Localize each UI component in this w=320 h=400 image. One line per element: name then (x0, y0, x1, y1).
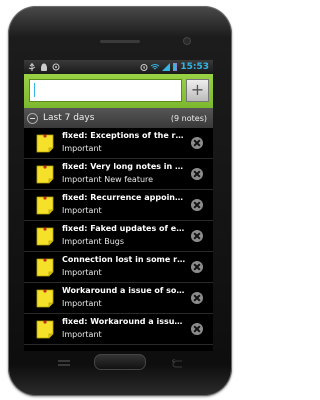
delete-note-icon[interactable] (191, 323, 203, 335)
section-note-count: (9 notes) (170, 113, 207, 123)
soft-keys (24, 352, 213, 368)
delete-note-icon[interactable] (191, 261, 203, 273)
speaker-grille (100, 40, 140, 43)
note-title: Workaround a issue of some LG d... (62, 286, 186, 295)
note-title: fixed: Faked updates of events du... (62, 224, 186, 233)
back-key-icon[interactable] (171, 354, 184, 368)
collapse-icon[interactable] (27, 112, 38, 124)
sticky-note-icon (36, 195, 54, 215)
note-row[interactable]: fixed: Workaround a issue of the ... Impo… (24, 314, 213, 345)
search-bar: + (24, 74, 213, 108)
note-tags: Important (62, 330, 102, 339)
note-title: Connection lost in some rare cases (62, 255, 186, 264)
status-time: 15:53 (180, 62, 209, 72)
note-title: fixed: Very long notes in contacts... (62, 162, 186, 171)
note-tags: Important (62, 206, 102, 215)
note-row[interactable]: fixed: Faked updates of events du... Impo… (24, 221, 213, 252)
sticky-note-icon (36, 257, 54, 277)
section-header-last-7-days[interactable]: Last 7 days (9 notes) (24, 108, 213, 128)
delete-note-icon[interactable] (191, 168, 203, 180)
section-label: Last 7 days (43, 113, 95, 123)
sticky-note-icon (36, 133, 54, 153)
note-row[interactable]: fixed: Exceptions of the recurrenc... Imp… (24, 128, 213, 159)
screen: 15:53 + Last 7 days (9 notes) fixed: Exc… (24, 60, 213, 351)
menu-key-icon[interactable] (58, 354, 70, 366)
note-row[interactable]: fixed: Recurrence appointment en... Impor… (24, 190, 213, 221)
sticky-note-icon (36, 288, 54, 308)
delete-note-icon[interactable] (191, 292, 203, 304)
search-input[interactable] (29, 79, 182, 102)
delete-note-icon[interactable] (191, 137, 203, 149)
note-title: fixed: Workaround a issue of the ... (62, 317, 186, 326)
notes-list: fixed: Exceptions of the recurrenc... Imp… (24, 128, 213, 345)
sticky-note-icon (36, 319, 54, 339)
note-row[interactable]: Connection lost in some rare cases Import… (24, 252, 213, 283)
sync-icon (52, 63, 60, 71)
note-row[interactable]: fixed: Very long notes in contacts... Imp… (24, 159, 213, 190)
note-tags: Important (62, 299, 102, 308)
alarm-icon (140, 63, 148, 71)
delete-note-icon[interactable] (191, 199, 203, 211)
sticky-note-icon (36, 164, 54, 184)
note-tags: Important Bugs (62, 237, 125, 246)
wifi-icon (151, 63, 160, 71)
usb-icon (28, 63, 36, 71)
android-debug-icon (40, 63, 48, 71)
note-title: fixed: Recurrence appointment en... (62, 193, 186, 202)
text-cursor (34, 83, 35, 97)
note-tags: Important New feature (62, 175, 154, 184)
sticky-note-icon (36, 226, 54, 246)
delete-note-icon[interactable] (191, 230, 203, 242)
status-bar: 15:53 (24, 60, 213, 74)
note-tags: Important (62, 268, 102, 277)
front-camera (184, 38, 190, 44)
signal-icon (162, 63, 171, 71)
battery-icon (173, 63, 178, 71)
add-note-button[interactable]: + (186, 79, 209, 102)
note-title: fixed: Exceptions of the recurrenc... (62, 131, 186, 140)
note-row[interactable]: Workaround a issue of some LG d... Import… (24, 283, 213, 314)
note-tags: Important (62, 144, 102, 153)
